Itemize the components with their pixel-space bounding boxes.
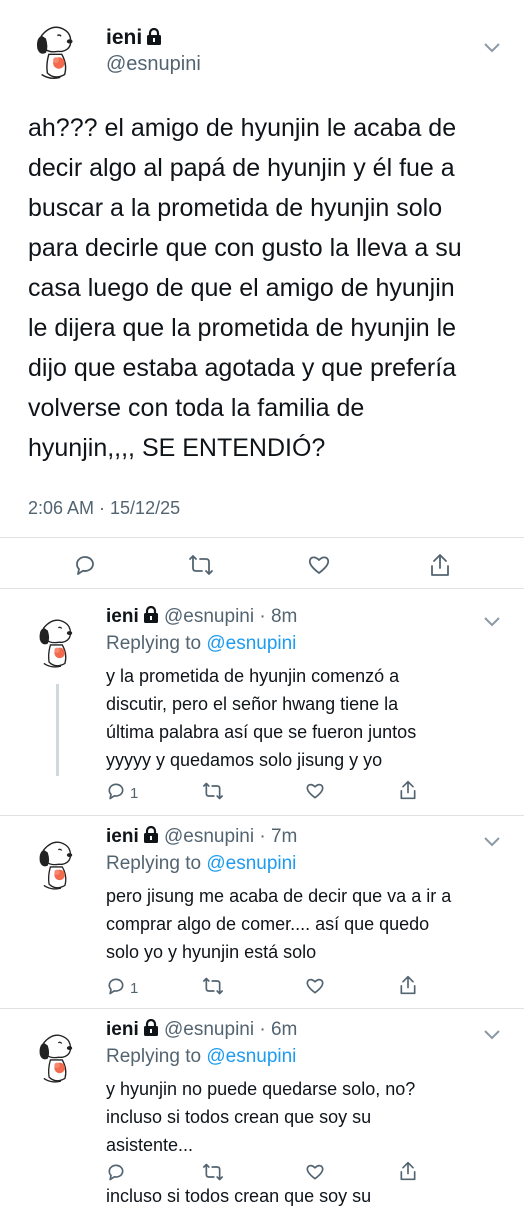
tweet-text-line: buscar a la prometida de hyunjin solo: [28, 194, 443, 222]
tweet-text-line: yyyyy y quedamos solo jisung y yo: [106, 750, 383, 770]
author-name-label: ieni: [106, 1019, 139, 1040]
reply-header[interactable]: ieni @esnupini · 8m: [106, 605, 298, 630]
tweet-text-line: última palabra así que se fueron juntos: [106, 722, 417, 742]
retweet-button[interactable]: [202, 781, 224, 806]
replying-to: Replying to @esnupini: [106, 853, 296, 875]
main-tweet: ieni @esnupini ah??? el amigo de hyunjin…: [0, 0, 524, 589]
like-icon: [307, 553, 331, 582]
divider: [0, 537, 524, 538]
tweet-text: y la prometida de hyunjin comenzó a disc…: [106, 662, 506, 774]
retweet-button[interactable]: [202, 1162, 224, 1187]
author-name[interactable]: ieni: [106, 26, 163, 52]
chevron-down-icon[interactable]: [484, 614, 500, 632]
reply-icon: [106, 976, 126, 1001]
author-name-label: ieni: [106, 606, 139, 627]
share-icon: [398, 1160, 418, 1187]
lock-icon: [142, 605, 159, 630]
replying-to-link[interactable]: @esnupini: [206, 1046, 296, 1067]
replying-to-label: Replying to: [106, 1046, 207, 1067]
tweet-text: pero jisung me acaba de decir que va a i…: [106, 882, 506, 966]
like-button[interactable]: [305, 976, 325, 1001]
like-button[interactable]: [307, 553, 331, 582]
like-button[interactable]: [305, 1162, 325, 1187]
like-icon: [305, 781, 325, 806]
share-icon: [398, 779, 418, 806]
like-icon: [305, 1162, 325, 1187]
retweet-button[interactable]: [188, 553, 214, 582]
chevron-down-icon[interactable]: [484, 1027, 500, 1045]
tweet-text-line: incluso si todos crean que soy su: [106, 1107, 372, 1127]
tweet-text-line: ah??? el amigo de hyunjin le acaba de: [28, 114, 457, 142]
thread-line: [56, 684, 59, 776]
replying-to: Replying to @esnupini: [106, 633, 296, 655]
tweet-text-line: volverse con toda la familia de: [28, 394, 365, 422]
retweet-icon: [188, 553, 214, 582]
avatar[interactable]: [24, 1023, 90, 1089]
author-name-label: ieni: [106, 826, 139, 847]
tweet-text-line: pero jisung me acaba de decir que va a i…: [106, 886, 452, 906]
share-icon: [398, 974, 418, 1001]
reply-button[interactable]: [106, 1162, 126, 1187]
tweet-text: ah??? el amigo de hyunjin le acaba de de…: [28, 108, 508, 468]
reply-icon: [106, 781, 126, 806]
chevron-down-icon[interactable]: [484, 834, 500, 852]
reply-icon: [106, 1162, 126, 1187]
replying-to: Replying to @esnupini: [106, 1046, 296, 1068]
reply-header[interactable]: ieni @esnupini · 7m: [106, 825, 298, 850]
author-handle[interactable]: @esnupini: [106, 53, 201, 76]
author-name-label: ieni: [106, 26, 143, 49]
tweet-text-line: hyunjin,,,, SE ENTENDIÓ?: [28, 434, 326, 462]
tweet-text-line: solo yo y hyunjin está solo: [106, 942, 317, 962]
share-icon: [428, 552, 452, 583]
like-icon: [305, 976, 325, 1001]
reply-icon: [73, 553, 97, 582]
share-button[interactable]: [398, 1160, 418, 1187]
replying-to-link[interactable]: @esnupini: [206, 633, 296, 654]
retweet-icon: [202, 1162, 224, 1187]
like-button[interactable]: [305, 781, 325, 806]
lock-icon: [142, 1018, 159, 1043]
reply-count: 1: [130, 980, 139, 997]
tweet-text-line: comprar algo de comer.... así que quedo: [106, 914, 430, 934]
cutoff-text: incluso si todos crean que soy su: [106, 1186, 372, 1206]
reply-count: 1: [130, 785, 139, 802]
handle-time: @esnupini · 6m: [164, 1019, 298, 1040]
reply-button[interactable]: 1: [106, 781, 138, 806]
tweet-text-line: asistente...: [106, 1135, 194, 1155]
avatar[interactable]: [24, 830, 90, 896]
share-button[interactable]: [398, 974, 418, 1001]
retweet-icon: [202, 781, 224, 806]
tweet-text-line: casa luego de que el amigo de hyunjin: [28, 274, 455, 302]
replying-to-label: Replying to: [106, 853, 207, 874]
reply-button[interactable]: [73, 553, 97, 582]
tweet-text-line: decir algo al papá de hyunjin y él fue a: [28, 154, 455, 182]
share-button[interactable]: [398, 779, 418, 806]
tweet-text: y hyunjin no puede quedarse solo, no? in…: [106, 1075, 506, 1159]
share-button[interactable]: [428, 552, 452, 583]
retweet-button[interactable]: [202, 976, 224, 1001]
tweet-text-line: discutir, pero el señor hwang tiene la: [106, 694, 399, 714]
handle-time: @esnupini · 7m: [164, 826, 298, 847]
divider: [0, 1008, 524, 1009]
tweet-text-line: y la prometida de hyunjin comenzó a: [106, 666, 400, 686]
handle-time: @esnupini · 8m: [164, 606, 298, 627]
tweet-text-line: dijo que estaba agotada y que prefería: [28, 354, 457, 382]
divider: [0, 588, 524, 589]
tweet-timestamp[interactable]: 2:06 AM · 15/12/25: [28, 498, 180, 519]
replying-to-link[interactable]: @esnupini: [206, 853, 296, 874]
retweet-icon: [202, 976, 224, 1001]
tweet-text-line: y hyunjin no puede quedarse solo, no?: [106, 1079, 416, 1099]
lock-icon: [146, 27, 163, 52]
reply-header[interactable]: ieni @esnupini · 6m: [106, 1018, 298, 1043]
reply-button[interactable]: 1: [106, 976, 138, 1001]
avatar[interactable]: [20, 14, 92, 86]
tweet-text-line: le dijera que la prometida de hyunjin le: [28, 314, 457, 342]
lock-icon: [142, 825, 159, 850]
chevron-down-icon[interactable]: [484, 40, 500, 58]
avatar[interactable]: [24, 608, 90, 674]
tweet-text-line: para decirle que con gusto la lleva a su: [28, 234, 462, 262]
replying-to-label: Replying to: [106, 633, 207, 654]
divider: [0, 815, 524, 816]
